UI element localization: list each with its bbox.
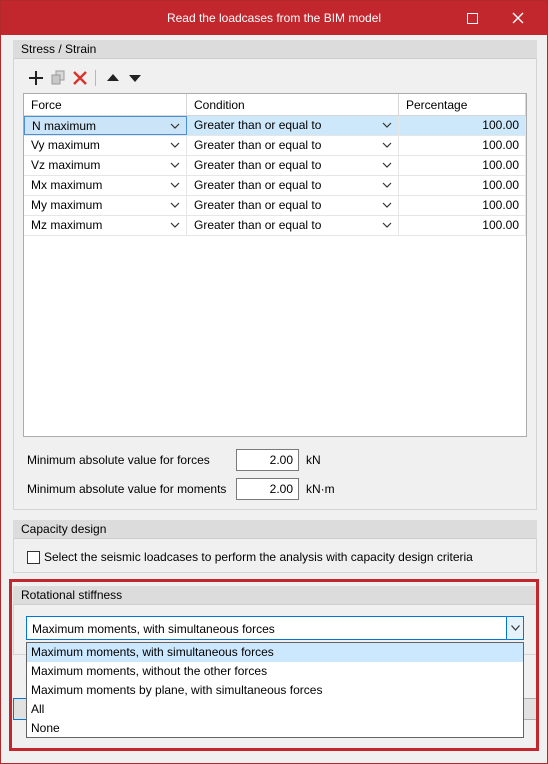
chevron-down-icon[interactable] [170,140,180,150]
rotational-stiffness-selected: Maximum moments, with simultaneous force… [32,622,275,636]
toolbar-separator [95,70,96,86]
chevron-down-icon[interactable] [382,120,392,130]
force-value: N maximum [32,119,97,133]
dropdown-option[interactable]: Maximum moments by plane, with simultane… [27,681,523,700]
min-moments-input[interactable]: 2.00 [236,478,299,500]
add-icon [29,71,43,85]
condition-cell[interactable]: Greater than or equal to [187,196,399,215]
min-forces-input[interactable]: 2.00 [236,449,299,471]
seismic-capacity-checkbox[interactable] [27,550,40,564]
add-row-button[interactable] [25,68,47,88]
dropdown-option[interactable]: None [27,719,523,738]
column-header-force[interactable]: Force [24,94,187,115]
force-value: Vz maximum [31,158,101,172]
grid-body: N maximum Greater than or equal to 100.00 V… [24,116,526,236]
table-row[interactable]: Mz maximum Greater than or equal to 100.00 [24,216,526,236]
dropdown-option[interactable]: Maximum moments, with simultaneous force… [27,643,523,662]
chevron-down-icon [510,625,520,631]
copy-row-button[interactable] [47,68,69,88]
force-cell[interactable]: Vz maximum [24,156,187,175]
force-cell[interactable]: Mx maximum [24,176,187,195]
maximize-icon [466,12,478,24]
close-icon [512,12,524,24]
grid-toolbar [25,68,146,88]
grid-header: Force Condition Percentage [24,94,526,116]
rotational-stiffness-header: Rotational stiffness [13,586,537,605]
min-forces-row: Minimum absolute value for forces [27,449,210,471]
condition-cell[interactable]: Greater than or equal to [187,156,399,175]
chevron-down-icon[interactable] [170,160,180,170]
min-forces-label: Minimum absolute value for forces [27,453,210,467]
condition-cell[interactable]: Greater than or equal to [187,216,399,235]
percentage-cell[interactable]: 100.00 [399,156,526,175]
min-moments-row: Minimum absolute value for moments [27,478,226,500]
stress-strain-header: Stress / Strain [13,40,537,59]
dialog-window: Read the loadcases from the BIM model St… [0,0,548,764]
seismic-capacity-checkbox-row[interactable]: Select the seismic loadcases to perform … [27,550,473,564]
condition-value: Greater than or equal to [194,118,322,132]
capacity-design-header: Capacity design [13,520,537,539]
dropdown-option[interactable]: Maximum moments, without the other force… [27,662,523,681]
condition-value: Greater than or equal to [194,198,322,212]
move-up-button[interactable] [102,68,124,88]
column-header-condition[interactable]: Condition [187,94,399,115]
table-row[interactable]: My maximum Greater than or equal to 100.00 [24,196,526,216]
forces-grid: Force Condition Percentage N maximum Grea… [23,93,527,437]
chevron-down-icon[interactable] [382,200,392,210]
force-cell[interactable]: My maximum [24,196,187,215]
chevron-down-icon[interactable] [170,220,180,230]
table-row[interactable]: Vz maximum Greater than or equal to 100.00 [24,156,526,176]
chevron-down-icon[interactable] [382,220,392,230]
chevron-down-icon[interactable] [170,180,180,190]
chevron-down-icon[interactable] [382,140,392,150]
force-cell[interactable]: N maximum [24,116,187,135]
force-value: My maximum [31,198,103,212]
delete-row-button[interactable] [69,68,91,88]
maximize-button[interactable] [449,1,495,35]
min-moments-label: Minimum absolute value for moments [27,482,227,496]
condition-cell[interactable]: Greater than or equal to [187,136,399,155]
delete-icon [73,71,87,85]
percentage-cell[interactable]: 100.00 [399,196,526,215]
column-header-percentage[interactable]: Percentage [399,94,526,115]
force-cell[interactable]: Mz maximum [24,216,187,235]
rotational-stiffness-select[interactable]: Maximum moments, with simultaneous force… [26,616,524,640]
chevron-down-icon[interactable] [170,200,180,210]
move-down-icon [129,75,141,82]
condition-cell[interactable]: Greater than or equal to [187,176,399,195]
condition-value: Greater than or equal to [194,218,322,232]
chevron-down-icon[interactable] [170,121,180,131]
force-value: Mx maximum [31,178,103,192]
seismic-capacity-label: Select the seismic loadcases to perform … [44,550,473,564]
percentage-cell[interactable]: 100.00 [399,136,526,155]
dropdown-toggle[interactable] [506,617,523,639]
force-value: Vy maximum [31,138,100,152]
chevron-down-icon[interactable] [382,180,392,190]
min-forces-unit: kN [306,453,321,467]
condition-value: Greater than or equal to [194,158,322,172]
percentage-cell[interactable]: 100.00 [399,116,526,135]
title-bar: Read the loadcases from the BIM model [1,1,547,35]
copy-icon [51,70,65,85]
move-up-icon [107,74,119,81]
min-moments-unit: kN·m [306,482,335,496]
percentage-cell[interactable]: 100.00 [399,216,526,235]
chevron-down-icon[interactable] [382,160,392,170]
table-row[interactable]: N maximum Greater than or equal to 100.00 [24,116,526,136]
force-value: Mz maximum [31,218,103,232]
move-down-button[interactable] [124,68,146,88]
rotational-stiffness-options: Maximum moments, with simultaneous force… [26,642,524,738]
table-row[interactable]: Vy maximum Greater than or equal to 100.00 [24,136,526,156]
force-cell[interactable]: Vy maximum [24,136,187,155]
table-row[interactable]: Mx maximum Greater than or equal to 100.00 [24,176,526,196]
condition-value: Greater than or equal to [194,138,322,152]
condition-cell[interactable]: Greater than or equal to [187,116,399,135]
condition-value: Greater than or equal to [194,178,322,192]
dropdown-option[interactable]: All [27,700,523,719]
percentage-cell[interactable]: 100.00 [399,176,526,195]
close-button[interactable] [495,1,541,35]
